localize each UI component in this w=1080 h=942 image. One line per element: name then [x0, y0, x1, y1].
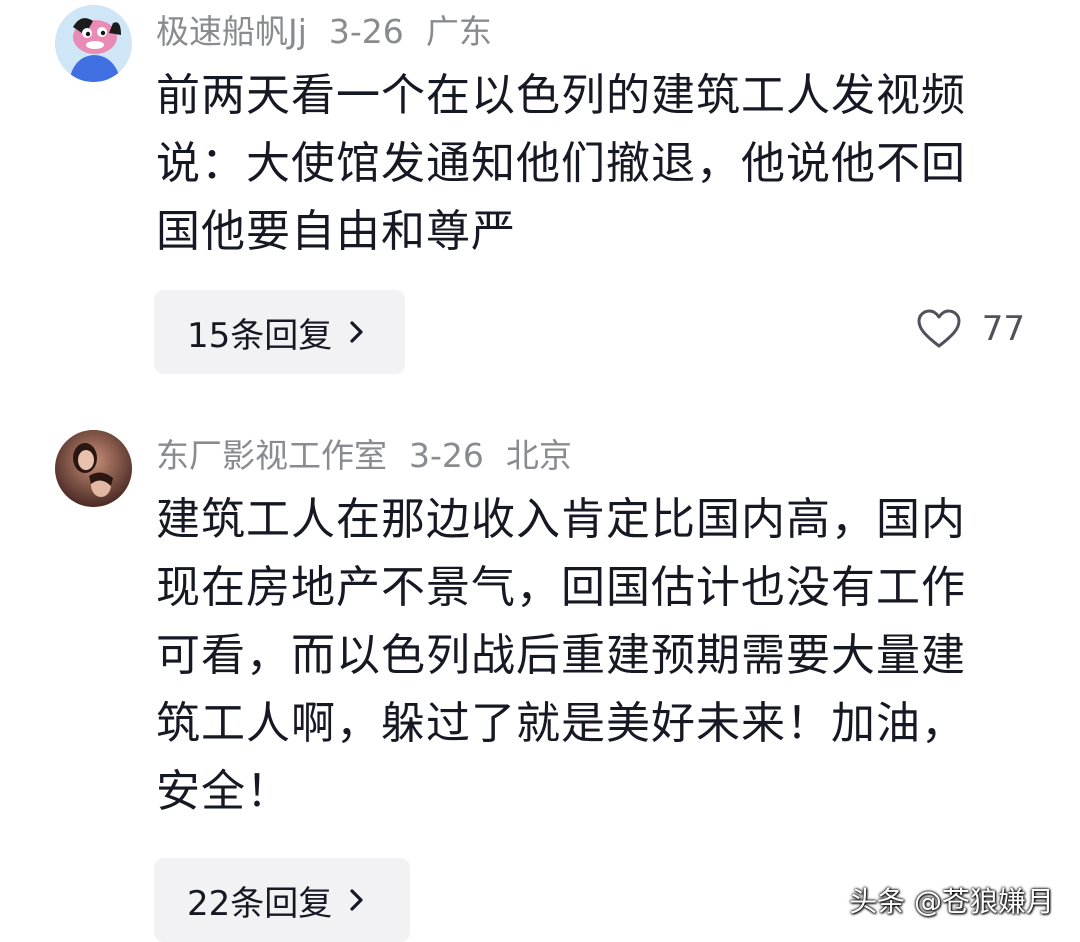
comment-2: 东厂影视工作室 3-26 北京 建筑工人在那边收入肯定比国内高，国内现在房地产不景气… — [0, 400, 1080, 942]
like-button[interactable]: 77 — [916, 308, 1025, 350]
username[interactable]: 东厂影视工作室 — [156, 436, 387, 475]
user-avatar[interactable] — [55, 5, 132, 82]
view-replies-button[interactable]: 22条回复 — [154, 858, 410, 942]
like-count: 77 — [981, 309, 1025, 349]
chevron-right-icon — [350, 321, 363, 343]
comment-1: 极速船帆Jj 3-26 广东 前两天看一个在以色列的建筑工人发视频说：大使馆发通知他… — [0, 0, 1080, 400]
comment-meta: 东厂影视工作室 3-26 北京 — [156, 436, 594, 476]
cartoon-dog-avatar-icon — [55, 5, 132, 82]
comment-text: 前两天看一个在以色列的建筑工人发视频说：大使馆发通知他们撤退，他说他不回国他要自… — [156, 70, 966, 257]
heart-icon — [917, 309, 961, 348]
chevron-right-icon — [350, 889, 363, 911]
comment-location: 广东 — [425, 12, 492, 51]
user-avatar[interactable] — [55, 430, 132, 507]
comment-text: 建筑工人在那边收入肯定比国内高，国内现在房地产不景气，回国估计也没有工作可看，而… — [156, 494, 966, 817]
comment-date: 3-26 — [328, 12, 404, 51]
replies-label: 15条回复 — [187, 315, 333, 356]
replies-label: 22条回复 — [187, 883, 333, 924]
view-replies-button[interactable]: 15条回复 — [154, 290, 405, 374]
comment-meta: 极速船帆Jj 3-26 广东 — [156, 12, 514, 52]
username[interactable]: 极速船帆Jj — [156, 12, 307, 51]
comment-date: 3-26 — [409, 436, 484, 475]
photo-avatar-icon — [55, 430, 132, 507]
comment-location: 北京 — [505, 436, 572, 475]
watermark: 头条 @苍狼嫌月 — [849, 885, 1054, 918]
